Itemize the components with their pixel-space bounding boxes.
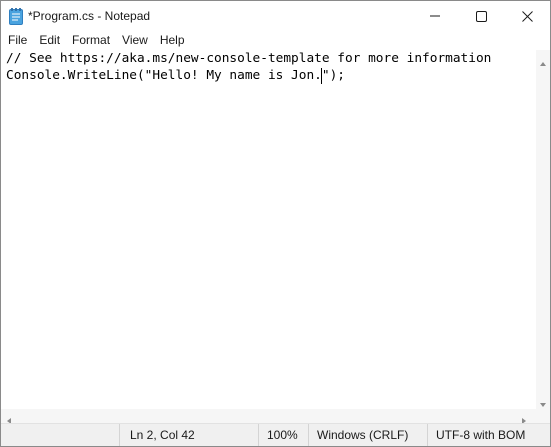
editor-line-1: // See https://aka.ms/new-console-templa… — [6, 51, 492, 66]
line-2-after-caret: "); — [321, 68, 346, 83]
maximize-button[interactable] — [458, 1, 504, 31]
menu-bar: File Edit Format View Help — [1, 32, 550, 50]
status-separator — [119, 424, 120, 446]
maximize-icon — [475, 10, 487, 22]
status-position: Ln 2, Col 42 — [130, 428, 195, 442]
menu-view[interactable]: View — [116, 32, 154, 50]
status-bar: Ln 2, Col 42 100% Windows (CRLF) UTF-8 w… — [1, 423, 550, 446]
notepad-icon — [9, 8, 23, 25]
status-line-ending: Windows (CRLF) — [317, 428, 409, 442]
notepad-window: *Program.cs - Notepad File Edit Format V… — [0, 0, 551, 447]
menu-edit[interactable]: Edit — [33, 32, 66, 50]
status-separator — [258, 424, 259, 446]
menu-format[interactable]: Format — [66, 32, 116, 50]
status-separator — [427, 424, 428, 446]
scroll-up-arrow-icon[interactable] — [539, 54, 547, 72]
horizontal-scrollbar[interactable] — [1, 409, 536, 424]
vertical-scrollbar[interactable] — [536, 50, 550, 409]
minimize-icon — [430, 11, 440, 21]
status-encoding: UTF-8 with BOM — [436, 428, 526, 442]
text-editor[interactable]: // See https://aka.ms/new-console-templa… — [1, 50, 536, 409]
scrollbar-corner — [536, 409, 550, 423]
status-separator — [308, 424, 309, 446]
menu-file[interactable]: File — [1, 32, 33, 50]
minimize-button[interactable] — [412, 1, 458, 31]
menu-help[interactable]: Help — [154, 32, 191, 50]
close-button[interactable] — [504, 1, 550, 31]
close-icon — [521, 10, 533, 22]
title-bar[interactable]: *Program.cs - Notepad — [1, 1, 550, 32]
status-zoom: 100% — [267, 428, 298, 442]
line-2-before-caret: Console.WriteLine("Hello! My name is Jon… — [6, 68, 322, 83]
window-title: *Program.cs - Notepad — [28, 9, 151, 23]
editor-line-2: Console.WriteLine("Hello! My name is Jon… — [6, 68, 345, 84]
